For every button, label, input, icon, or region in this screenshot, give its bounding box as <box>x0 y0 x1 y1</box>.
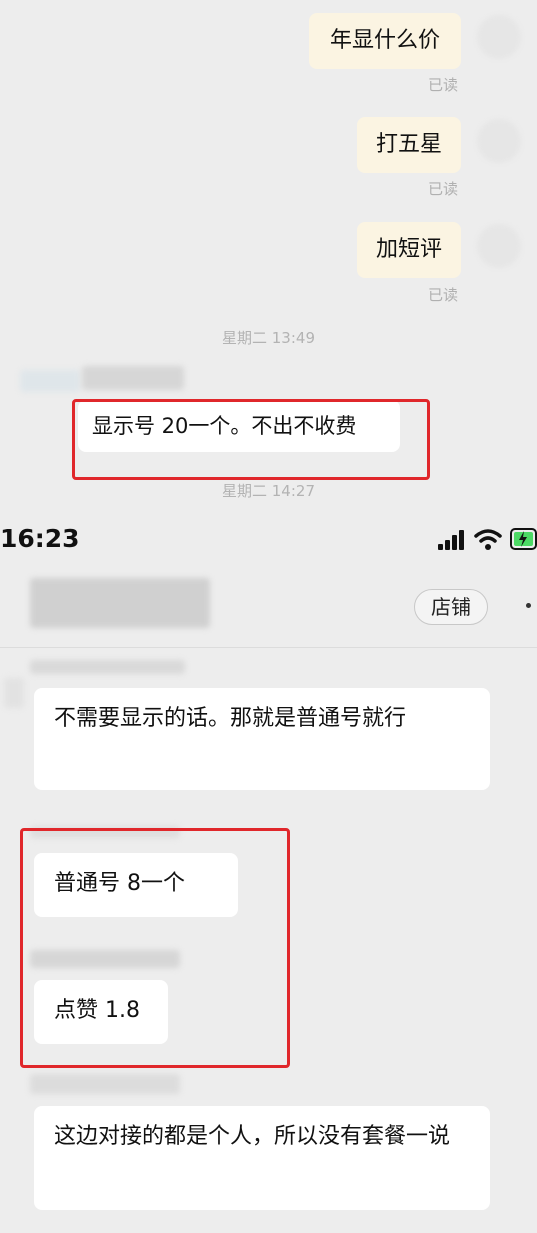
read-receipt: 已读 <box>428 286 459 304</box>
highlight-box <box>72 399 430 480</box>
avatar[interactable] <box>477 15 521 59</box>
blurred-avatar <box>20 370 80 392</box>
battery-charging-icon <box>510 528 537 554</box>
blurred-contact-name <box>30 578 210 628</box>
blurred-avatar <box>4 678 24 708</box>
outgoing-message[interactable]: 打五星 <box>357 117 461 173</box>
signal-icon <box>438 530 466 554</box>
incoming-message[interactable]: 不需要显示的话。那就是普通号就行 <box>34 688 490 790</box>
shop-button[interactable]: 店铺 <box>414 589 488 625</box>
chat-header: 店铺 <box>0 568 537 648</box>
read-receipt: 已读 <box>428 180 459 198</box>
blurred-sender-name <box>82 366 184 390</box>
timestamp: 星期二 14:27 <box>222 482 315 500</box>
incoming-message[interactable]: 这边对接的都是个人，所以没有套餐一说 <box>34 1106 490 1210</box>
avatar[interactable] <box>477 224 521 268</box>
blurred-sender-name <box>30 1074 180 1094</box>
status-time: 16:23 <box>0 524 80 553</box>
blurred-sender-name <box>30 660 185 674</box>
more-icon[interactable] <box>526 603 531 608</box>
top-chat-screenshot: 年显什么价 已读 打五星 已读 加短评 已读 星期二 13:49 显示号 20一… <box>0 0 537 508</box>
timestamp: 星期二 13:49 <box>222 329 315 347</box>
wifi-icon <box>474 528 502 554</box>
bottom-chat-screenshot: 16:23 店铺 不需要显示的话。那就是普通号就行 普通号 8一个 点赞 1.8… <box>0 508 537 1233</box>
read-receipt: 已读 <box>428 76 459 94</box>
avatar[interactable] <box>477 119 521 163</box>
outgoing-message[interactable]: 年显什么价 <box>309 13 461 69</box>
highlight-box <box>20 828 290 1068</box>
outgoing-message[interactable]: 加短评 <box>357 222 461 278</box>
